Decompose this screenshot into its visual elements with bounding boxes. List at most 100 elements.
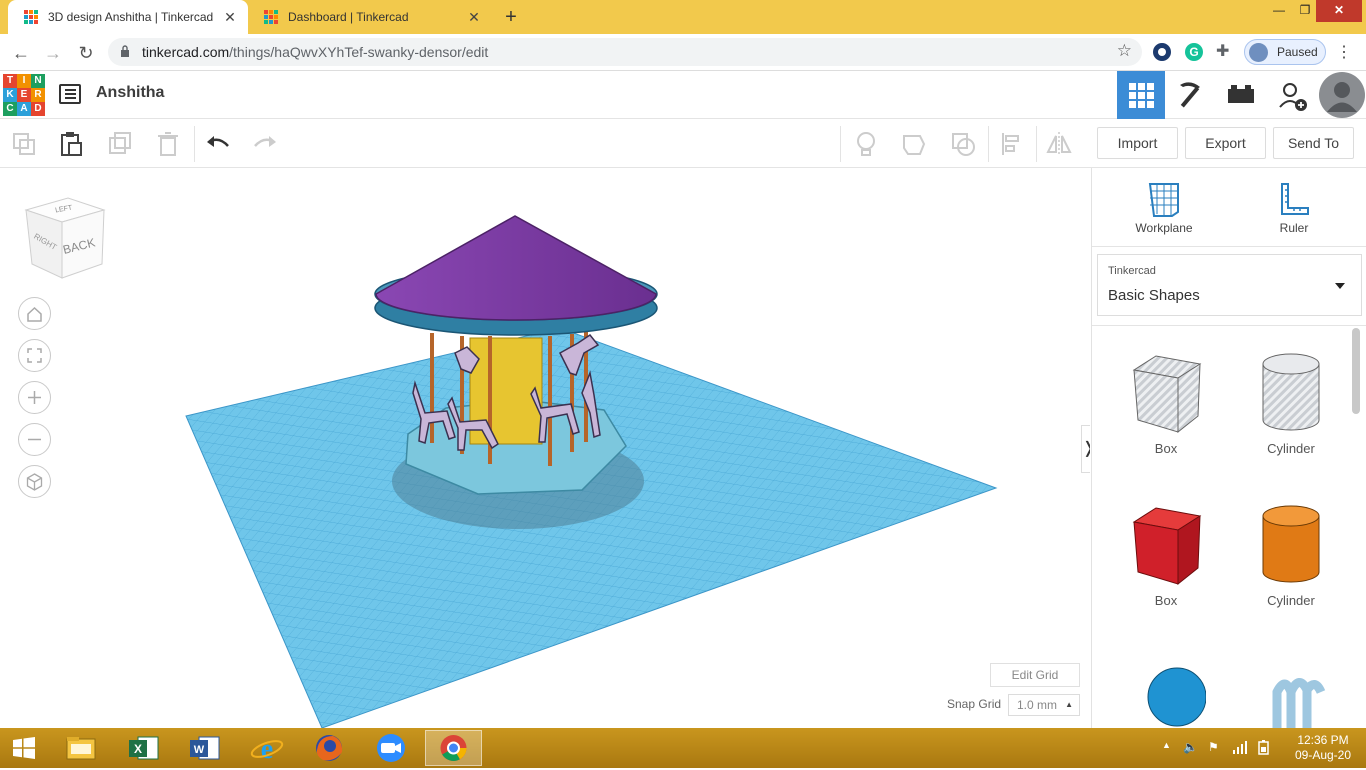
ruler-label: Ruler: [1279, 221, 1309, 235]
scribble-icon: [1272, 678, 1326, 728]
3d-view-button[interactable]: [1117, 71, 1165, 119]
shape-scribble[interactable]: [1241, 672, 1341, 731]
mirror-icon[interactable]: [1045, 130, 1073, 158]
pickaxe-icon: [1180, 82, 1200, 108]
box-hole-icon: [1132, 355, 1202, 434]
export-button[interactable]: Export: [1185, 127, 1266, 159]
firefox-icon[interactable]: [305, 730, 353, 766]
close-tab-icon[interactable]: ✕: [464, 9, 484, 26]
forward-arrow-icon[interactable]: →: [40, 40, 66, 66]
3d-workspace[interactable]: LEFT RIGHT BACK Edit Grid Snap Grid 1.0 …: [0, 168, 1090, 728]
close-tab-icon[interactable]: ✕: [220, 9, 240, 26]
import-button[interactable]: Import: [1097, 127, 1178, 159]
tab-title: Dashboard | Tinkercad: [288, 10, 409, 24]
tinkercad-logo[interactable]: T I N K E R C A D: [3, 74, 45, 116]
dropdown-caret-icon: [1335, 283, 1345, 289]
flag-icon[interactable]: ⚑: [1208, 740, 1219, 754]
file-explorer-icon[interactable]: [57, 730, 105, 766]
fit-all-icon: [27, 348, 42, 363]
logo-letter: T: [3, 74, 17, 88]
extensions-puzzle-icon[interactable]: ✚: [1216, 43, 1234, 61]
window-close-button[interactable]: ✕: [1316, 0, 1362, 22]
shape-label: Cylinder: [1267, 593, 1315, 608]
battery-icon[interactable]: [1256, 739, 1272, 755]
tray-expand-icon[interactable]: ▲: [1162, 740, 1171, 750]
snap-grid-select[interactable]: 1.0 mm ▲: [1008, 694, 1080, 716]
home-icon: [27, 306, 42, 322]
shape-cylinder-solid[interactable]: Cylinder: [1241, 502, 1341, 608]
tab-3d-design[interactable]: 3D design Anshitha | Tinkercad ✕: [8, 0, 248, 34]
zoom-icon[interactable]: [367, 730, 415, 766]
tinkercad-favicon: [24, 10, 38, 24]
redo-icon[interactable]: [251, 130, 279, 158]
network-signal-icon[interactable]: [1232, 740, 1248, 754]
group-icon[interactable]: [900, 130, 928, 158]
zoom-out-button[interactable]: [18, 423, 51, 456]
browser-toolbar: ← → ↻ tinkercad.com/things/haQwvXYhTef-s…: [0, 34, 1366, 71]
ungroup-icon[interactable]: [949, 130, 977, 158]
shape-sphere[interactable]: [1116, 664, 1216, 731]
design-menu-icon[interactable]: [59, 84, 81, 104]
workplane-scene[interactable]: [0, 168, 1090, 728]
perspective-button[interactable]: [18, 465, 51, 498]
new-tab-button[interactable]: +: [498, 4, 524, 30]
paste-icon[interactable]: [57, 130, 85, 158]
grid-view-icon: [1129, 83, 1154, 108]
shape-label: Box: [1154, 441, 1178, 456]
panel-scrollbar[interactable]: [1352, 328, 1360, 414]
system-clock[interactable]: 12:36 PM 09-Aug-20: [1288, 733, 1358, 763]
delete-icon[interactable]: [154, 130, 182, 158]
minus-icon: [28, 438, 41, 441]
reload-icon[interactable]: ↻: [73, 40, 99, 66]
bookmark-star-icon[interactable]: ☆: [1117, 41, 1132, 61]
shape-library-dropdown[interactable]: Tinkercad Basic Shapes: [1097, 254, 1362, 316]
blocks-button[interactable]: [1166, 71, 1214, 119]
shape-box-hole[interactable]: Box: [1116, 350, 1216, 456]
profile-button[interactable]: Paused: [1244, 39, 1326, 65]
address-bar[interactable]: tinkercad.com/things/haQwvXYhTef-swanky-…: [108, 38, 1142, 66]
library-selected: Basic Shapes: [1108, 287, 1200, 304]
logo-letter: R: [31, 88, 45, 102]
internet-explorer-icon[interactable]: e: [243, 730, 291, 766]
workplane-tool[interactable]: Workplane: [1124, 180, 1204, 235]
fit-view-button[interactable]: [18, 339, 51, 372]
shape-cylinder-hole[interactable]: Cylinder: [1241, 350, 1341, 456]
copy-icon[interactable]: [10, 130, 38, 158]
excel-icon[interactable]: X: [120, 730, 168, 766]
logo-letter: C: [3, 102, 17, 116]
invite-user-button[interactable]: [1268, 71, 1316, 119]
browser-tab-strip: 3D design Anshitha | Tinkercad ✕ Dashboa…: [0, 0, 1366, 34]
light-bulb-icon[interactable]: [852, 130, 880, 158]
design-title[interactable]: Anshitha: [96, 84, 164, 102]
grammarly-icon[interactable]: G: [1185, 43, 1203, 61]
account-avatar[interactable]: [1318, 71, 1366, 119]
svg-text:e: e: [261, 734, 273, 765]
extension-circle-icon[interactable]: [1153, 43, 1171, 61]
logo-letter: E: [17, 88, 31, 102]
ruler-tool[interactable]: Ruler: [1254, 180, 1334, 235]
collapse-panel-toggle[interactable]: ❭: [1081, 425, 1090, 473]
carousel-roof[interactable]: [375, 215, 657, 321]
tab-dashboard[interactable]: Dashboard | Tinkercad ✕: [248, 0, 492, 34]
clock-date: 09-Aug-20: [1294, 748, 1352, 762]
zoom-in-button[interactable]: [18, 381, 51, 414]
undo-icon[interactable]: [204, 130, 232, 158]
align-icon[interactable]: [998, 130, 1026, 158]
workplane-label: Workplane: [1135, 221, 1193, 235]
bricks-button[interactable]: [1216, 71, 1264, 119]
shape-box-solid[interactable]: Box: [1116, 502, 1216, 608]
chrome-taskbar-button[interactable]: [425, 730, 482, 766]
send-to-button[interactable]: Send To: [1273, 127, 1354, 159]
windows-start-icon[interactable]: [0, 730, 48, 766]
word-icon[interactable]: W: [181, 730, 229, 766]
home-view-button[interactable]: [18, 297, 51, 330]
volume-icon[interactable]: 🔈: [1183, 740, 1198, 754]
edit-grid-button[interactable]: Edit Grid: [990, 663, 1080, 687]
back-arrow-icon[interactable]: ←: [8, 40, 34, 66]
view-cube[interactable]: LEFT RIGHT BACK: [22, 192, 108, 282]
svg-text:X: X: [134, 742, 142, 756]
duplicate-icon[interactable]: [106, 130, 134, 158]
snap-grid-label: Snap Grid: [947, 697, 1002, 711]
sphere-icon: [1147, 667, 1207, 727]
chrome-menu-icon[interactable]: ⋮: [1336, 42, 1352, 62]
